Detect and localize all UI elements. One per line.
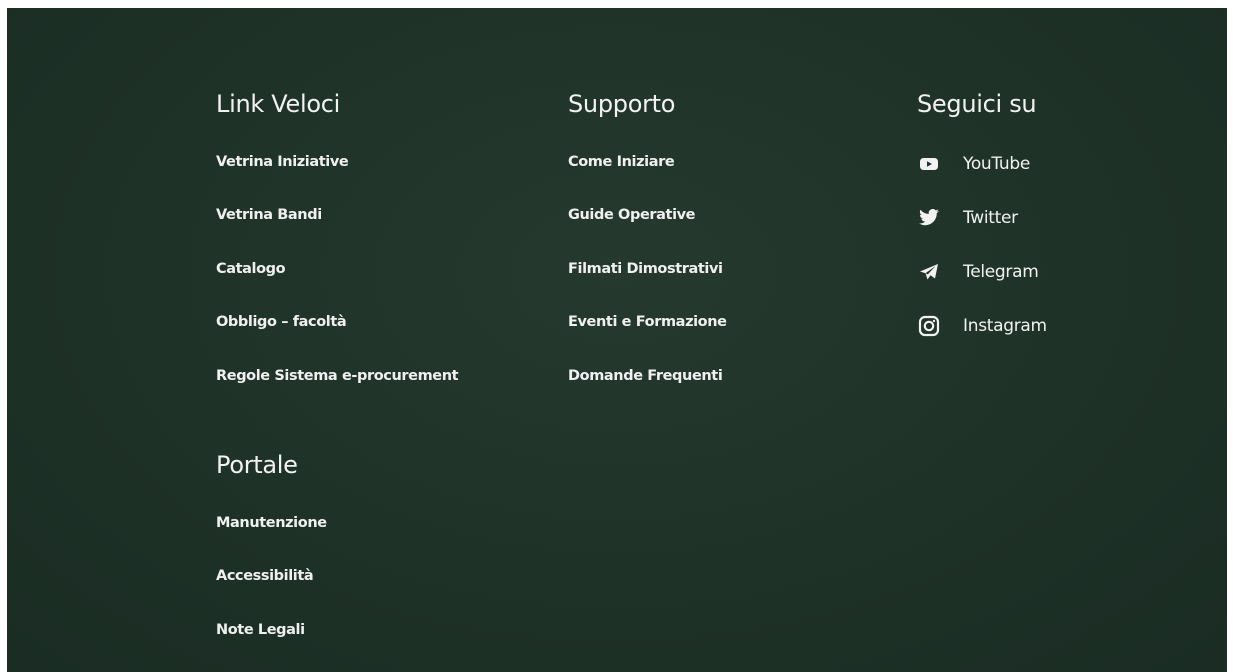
list-item: Come Iniziare	[568, 135, 727, 189]
list-item: Filmati Dimostrativi	[568, 242, 727, 296]
supporto-heading: Supporto	[568, 90, 676, 118]
domande-frequenti-link[interactable]: Domande Frequenti	[568, 368, 723, 384]
social-list: YouTube Twitter Telegram Instagram	[917, 137, 1047, 353]
list-item: Note Legali	[216, 603, 327, 657]
list-item: Guide Operative	[568, 189, 727, 243]
supporto-column: Supporto Come Iniziare Guide Operative F…	[568, 88, 727, 403]
site-footer: Link Veloci Vetrina Iniziative Vetrina B…	[7, 8, 1227, 672]
list-item: Telegram	[917, 245, 1047, 299]
portale-heading: Portale	[216, 451, 298, 479]
list-item: Eventi e Formazione	[568, 296, 727, 350]
telegram-link[interactable]: Telegram	[917, 260, 1039, 284]
link-veloci-column: Link Veloci Vetrina Iniziative Vetrina B…	[216, 88, 459, 403]
come-iniziare-link[interactable]: Come Iniziare	[568, 154, 675, 170]
list-item: Twitter	[917, 191, 1047, 245]
catalogo-link[interactable]: Catalogo	[216, 261, 286, 277]
youtube-label: YouTube	[963, 154, 1031, 174]
supporto-list: Come Iniziare Guide Operative Filmati Di…	[568, 135, 727, 403]
seguici-heading: Seguici su	[917, 90, 1037, 118]
obbligo-facolta-link[interactable]: Obbligo – facoltà	[216, 314, 347, 330]
portale-list: Manutenzione Accessibilità Note Legali	[216, 496, 327, 657]
portale-column: Portale Manutenzione Accessibilità Note …	[216, 449, 327, 657]
twitter-link[interactable]: Twitter	[917, 206, 1018, 230]
vetrina-iniziative-link[interactable]: Vetrina Iniziative	[216, 154, 349, 170]
telegram-icon	[917, 260, 941, 284]
youtube-icon	[917, 152, 941, 176]
list-item: Vetrina Bandi	[216, 189, 458, 243]
instagram-icon	[917, 314, 941, 338]
instagram-link[interactable]: Instagram	[917, 314, 1047, 338]
instagram-label: Instagram	[963, 316, 1047, 336]
list-item: Manutenzione	[216, 496, 327, 550]
list-item: Vetrina Iniziative	[216, 135, 458, 189]
manutenzione-link[interactable]: Manutenzione	[216, 515, 327, 531]
list-item: Regole Sistema e-procurement	[216, 349, 459, 403]
youtube-link[interactable]: YouTube	[917, 152, 1030, 176]
list-item: Catalogo	[216, 242, 458, 296]
eventi-formazione-link[interactable]: Eventi e Formazione	[568, 314, 727, 330]
filmati-dimostrativi-link[interactable]: Filmati Dimostrativi	[568, 261, 723, 277]
twitter-label: Twitter	[963, 208, 1018, 228]
vetrina-bandi-link[interactable]: Vetrina Bandi	[216, 207, 322, 223]
list-item: YouTube	[917, 137, 1047, 191]
link-veloci-heading: Link Veloci	[216, 90, 341, 118]
guide-operative-link[interactable]: Guide Operative	[568, 207, 696, 223]
telegram-label: Telegram	[963, 262, 1039, 282]
accessibilita-link[interactable]: Accessibilità	[216, 568, 314, 584]
seguici-column: Seguici su YouTube Twitter Telegram Inst…	[917, 88, 1047, 353]
link-veloci-list: Vetrina Iniziative Vetrina Bandi Catalog…	[216, 135, 459, 403]
twitter-icon	[917, 206, 941, 230]
list-item: Accessibilità	[216, 550, 327, 604]
list-item: Domande Frequenti	[568, 349, 727, 403]
list-item: Obbligo – facoltà	[216, 296, 458, 350]
regole-sistema-link[interactable]: Regole Sistema e-procurement	[216, 368, 459, 384]
list-item: Instagram	[917, 299, 1047, 353]
note-legali-link[interactable]: Note Legali	[216, 622, 305, 638]
